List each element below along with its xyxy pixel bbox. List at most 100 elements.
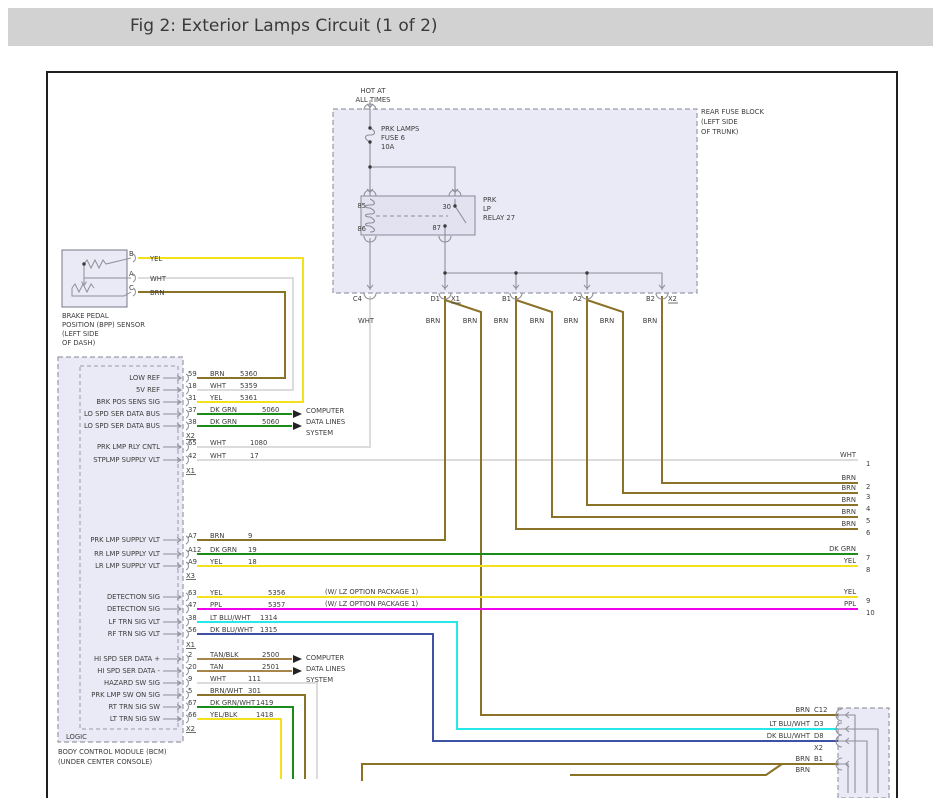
- wire-color-label: WHT: [210, 452, 227, 460]
- pin-label: HI SPD SER DATA -: [97, 667, 160, 675]
- bpp-name-2: POSITION (BPP) SENSOR: [62, 321, 145, 329]
- circuit-number: 2500: [262, 651, 279, 659]
- computer-data-note-1: DATA LINES: [306, 418, 345, 426]
- fuse-block-name-2: (LEFT SIDE: [701, 118, 738, 126]
- pin-label: LO SPD SER DATA BUS: [84, 410, 160, 418]
- wire-color-label: BRN: [796, 706, 810, 714]
- wire-color-label: WHT: [210, 675, 227, 683]
- wire-color-label: BRN: [842, 474, 856, 482]
- circuit-number: 18: [248, 558, 257, 566]
- pin-label: RR LMP SUPPLY VLT: [94, 550, 161, 558]
- circuit-number: 5357: [268, 601, 285, 609]
- wire-color-label: BRN: [796, 766, 810, 774]
- circuit-number: 1314: [260, 614, 277, 622]
- bcm-connector-x1b: X1: [186, 641, 195, 649]
- wire-color-label: BRN: [796, 755, 810, 763]
- wire-color-label: YEL: [209, 394, 222, 402]
- wire-color-label: LT BLU/WHT: [210, 614, 251, 622]
- wire-color-label: YEL/BLK: [209, 711, 238, 719]
- pin-number: 65: [188, 439, 197, 447]
- bpp-name-3: (LEFT SIDE: [62, 330, 99, 338]
- bpp-pin-b: B: [129, 250, 134, 258]
- pin-number: 18: [188, 382, 197, 390]
- rear-pin-d8: D8: [814, 732, 824, 740]
- fuse-block-pin-d1: D1: [430, 295, 440, 303]
- pin-label: 5V REF: [136, 386, 160, 394]
- wire-color-label: YEL: [209, 558, 222, 566]
- fuse-block-pin-b2: B2: [646, 295, 655, 303]
- bpp-pin-a: A: [129, 270, 134, 278]
- fuse-rating: 10A: [381, 143, 395, 151]
- wire-color-label: BRN: [494, 317, 508, 325]
- wire-color-label: BRN: [643, 317, 657, 325]
- circuit-number: 9: [248, 532, 252, 540]
- bpp-name-1: BRAKE PEDAL: [62, 312, 109, 320]
- pin-number: 2: [188, 651, 192, 659]
- pin-label: LR LMP SUPPLY VLT: [95, 562, 161, 570]
- rear-connector-x2: X2: [814, 744, 823, 752]
- pin-number: 67: [188, 699, 197, 707]
- fuse-block-name-1: REAR FUSE BLOCK: [701, 108, 765, 116]
- circuit-number: 301: [248, 687, 261, 695]
- wire-number: 1: [866, 460, 870, 468]
- wire-color-label: LT BLU/WHT: [769, 720, 810, 728]
- pin-label: PRK LMP SW ON SIG: [91, 691, 160, 699]
- lz-option-note: (W/ LZ OPTION PACKAGE 1): [325, 588, 418, 596]
- wire-number: 6: [866, 529, 870, 537]
- circuit-number: 17: [250, 452, 259, 460]
- rear-pin-b1: B1: [814, 755, 823, 763]
- pin-number: 38: [188, 418, 197, 426]
- circuit-number: 1315: [260, 626, 277, 634]
- pin-label: LOW REF: [129, 374, 160, 382]
- wire-color-label: DK BLU/WHT: [210, 626, 254, 634]
- fuse-block-connector-x1: X1: [451, 295, 460, 303]
- page: Fig 2: Exterior Lamps Circuit (1 of 2): [0, 0, 933, 798]
- pin-number: 59: [188, 370, 197, 378]
- relay-pin-87: 87: [432, 224, 441, 232]
- fuse-block-pin-a2: A2: [573, 295, 582, 303]
- rear-pin-d3: D3: [814, 720, 824, 728]
- wire-color-label: BRN/WHT: [210, 687, 244, 695]
- wire-color-label: DK BLU/WHT: [767, 732, 811, 740]
- wire-color-label: WHT: [210, 382, 227, 390]
- circuit-number: 5060: [262, 406, 279, 414]
- rear-pin-c12: C12: [814, 706, 827, 714]
- wire-color-label: WHT: [840, 451, 857, 459]
- all-times-label: ALL TIMES: [355, 96, 390, 104]
- circuit-number: 5356: [268, 589, 285, 597]
- wire-color-label: BRN: [842, 508, 856, 516]
- fuse-block-name-3: OF TRUNK): [701, 128, 739, 136]
- wire-color-label: YEL: [843, 588, 856, 596]
- relay-name-1: PRK: [483, 196, 497, 204]
- pin-label: HAZARD SW SIG: [104, 679, 160, 687]
- bcm-connector-x3: X3: [186, 572, 195, 580]
- wire-color-label: YEL: [843, 557, 856, 565]
- pin-number: A9: [188, 558, 197, 566]
- circuit-number: 5359: [240, 382, 257, 390]
- bcm-name-1: BODY CONTROL MODULE (BCM): [58, 748, 167, 756]
- bcm-name-2: (UNDER CENTER CONSOLE): [58, 758, 153, 766]
- wire-color-label: BRN: [600, 317, 614, 325]
- pin-label: DETECTION SIG: [107, 605, 160, 613]
- circuit-number: 111: [248, 675, 261, 683]
- circuit-number: 1418: [256, 711, 273, 719]
- bcm-connector-x2b: X2: [186, 725, 195, 733]
- bcm-logic-label: LOGIC: [66, 733, 87, 741]
- pin-label: PRK LMP SUPPLY VLT: [90, 536, 161, 544]
- pin-number: A12: [188, 546, 201, 554]
- relay-pin-85: 85: [357, 202, 366, 210]
- wire-color-label: BRN: [842, 496, 856, 504]
- wire-number: 7: [866, 554, 870, 562]
- pin-number: 66: [188, 711, 197, 719]
- pin-label: BRK POS SENS SIG: [96, 398, 160, 406]
- computer-data-note-2: DATA LINES: [306, 665, 345, 673]
- relay-name-2: LP: [483, 205, 491, 213]
- wire-color-label: WHT: [358, 317, 375, 325]
- pin-number: 20: [188, 663, 197, 671]
- circuit-number: 19: [248, 546, 257, 554]
- bpp-pin-c: C: [129, 284, 134, 292]
- wire-color-label: DK GRN: [210, 418, 237, 426]
- fuse-id: FUSE 6: [381, 134, 405, 142]
- wire-color-label: YEL: [149, 255, 162, 263]
- wiring-diagram: HOT AT ALL TIMES REAR FUSE BLOCK (LEFT S…: [0, 0, 933, 798]
